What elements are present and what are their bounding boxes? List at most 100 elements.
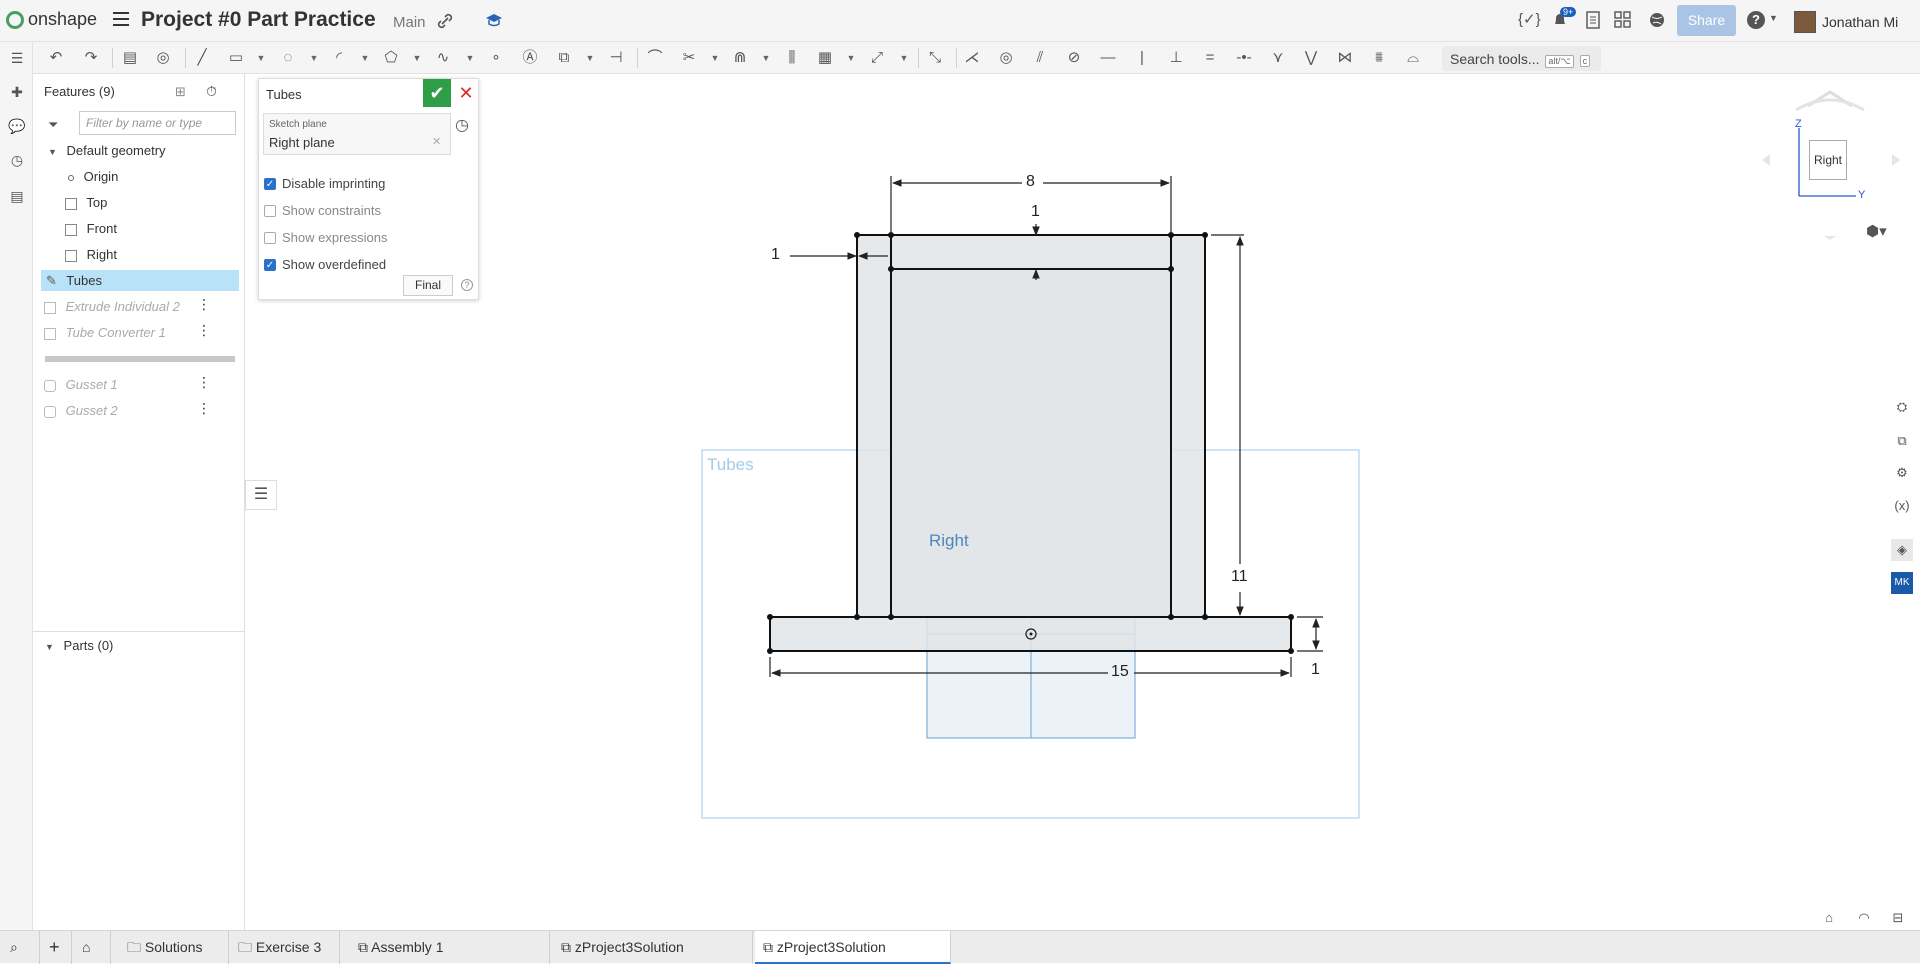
feature-item-front[interactable]: Front (65, 218, 117, 239)
onshape-logo[interactable]: onshape (6, 9, 97, 30)
option-show-expressions[interactable]: Show expressions (264, 230, 388, 245)
share-button[interactable]: Share (1677, 5, 1736, 36)
dimension-base-thickness[interactable]: 1 (1311, 661, 1320, 679)
coincident-constraint-icon[interactable]: ⋌ (961, 47, 983, 69)
polygon-options-chevron-icon[interactable]: ▼ (411, 47, 423, 69)
dimension-top-width[interactable]: 8 (1026, 173, 1035, 191)
parts-group[interactable]: ▼ Parts (0) (45, 635, 113, 656)
document-properties-icon[interactable] (1585, 11, 1601, 29)
accept-button[interactable]: ✔ (423, 79, 451, 107)
add-folder-icon[interactable]: ⊞ (175, 84, 186, 100)
dimension-base-width[interactable]: 15 (1111, 663, 1129, 681)
offset-options-chevron-icon[interactable]: ▼ (760, 47, 772, 69)
collapse-panel-icon[interactable]: ☰ (245, 480, 277, 510)
option-disable-imprinting[interactable]: ✓ Disable imprinting (264, 176, 385, 191)
properties-icon[interactable]: ▤ (8, 188, 26, 206)
feature-menu-icon[interactable] (197, 400, 211, 417)
tab-search-icon[interactable]: ⌕ (0, 931, 40, 964)
checkbox[interactable] (264, 204, 276, 217)
app-icon-mk[interactable]: MK (1891, 572, 1913, 594)
dimension-height[interactable]: 11 (1231, 568, 1248, 586)
pattern-options-chevron-icon[interactable]: ▼ (845, 47, 857, 69)
midpoint-constraint-icon[interactable]: -•- (1233, 47, 1255, 69)
mass-properties-icon[interactable]: ⧉ (1891, 430, 1913, 452)
checkbox[interactable]: ✓ (264, 258, 276, 271)
parallel-constraint-icon[interactable]: ⫽ (1029, 47, 1051, 69)
user-menu[interactable]: Jonathan Mi (1794, 11, 1898, 33)
section-view-icon[interactable]: ⌂ (1818, 907, 1840, 929)
trim-options-chevron-icon[interactable]: ▼ (709, 47, 721, 69)
search-tools-input[interactable]: Search tools... alt/⌥ c (1442, 46, 1601, 71)
feature-item-origin[interactable]: Origin (68, 166, 118, 187)
measure-icon[interactable]: ◠ (1853, 907, 1875, 929)
rollback-bar[interactable] (45, 356, 235, 362)
arc-tool-icon[interactable]: ◜ (328, 47, 350, 69)
tab-zproject3solution-2[interactable]: ⧉ zProject3Solution (755, 931, 951, 964)
final-button[interactable]: Final (403, 275, 453, 296)
tangent-constraint-icon[interactable]: ⊘ (1063, 47, 1085, 69)
concentric-constraint-icon[interactable]: ◎ (995, 47, 1017, 69)
help-icon[interactable]: ? (461, 279, 473, 291)
feature-menu-icon[interactable] (197, 322, 211, 339)
sketch-plane-field[interactable]: Sketch plane Right plane ✕ (263, 113, 451, 155)
document-title[interactable]: Project #0 Part Practice (141, 8, 376, 32)
checkbox[interactable] (264, 231, 276, 244)
app-icon-color[interactable]: ◈ (1891, 539, 1913, 561)
normal-constraint-icon[interactable]: ⋎ (1267, 47, 1289, 69)
named-views-icon[interactable]: ⊟ (1887, 907, 1909, 929)
rectangle-tool-icon[interactable]: ▭ (225, 47, 247, 69)
comments-icon[interactable]: 💬 (8, 118, 26, 136)
spline-options-chevron-icon[interactable]: ▼ (464, 47, 476, 69)
fillet-tool-icon[interactable]: ⌒ (644, 47, 666, 69)
add-tab-icon[interactable]: + (41, 931, 72, 964)
insert-icon[interactable]: ✚ (8, 84, 26, 102)
circle-tool-icon[interactable]: ◌ (277, 47, 299, 69)
view-cube-face[interactable]: Right (1809, 140, 1847, 180)
dimension-tool-icon[interactable]: ⤡ (924, 47, 946, 69)
cancel-button[interactable]: ✕ (455, 79, 477, 107)
equal-constraint-icon[interactable]: = (1199, 47, 1221, 69)
transform-options-chevron-icon[interactable]: ▼ (898, 47, 910, 69)
perpendicular-constraint-icon[interactable]: ⊥ (1165, 47, 1187, 69)
feature-menu-icon[interactable] (197, 374, 211, 391)
variables-panel-icon[interactable]: (x) (1891, 495, 1913, 517)
configurations-icon[interactable]: ⚙ (1891, 462, 1913, 484)
main-menu-icon[interactable] (113, 10, 129, 28)
feature-item-tube-converter-1[interactable]: Tube Converter 1 (44, 322, 166, 343)
point-tool-icon[interactable]: ∘ (485, 47, 507, 69)
home-icon[interactable]: ⌂ (74, 931, 111, 964)
new-sketch-icon[interactable]: ▤ (119, 47, 141, 69)
view-options-icon[interactable]: ⬢▾ (1866, 222, 1887, 240)
arc-options-chevron-icon[interactable]: ▼ (359, 47, 371, 69)
feature-filter-input[interactable]: Filter by name or type (79, 111, 236, 135)
tab-folder-solutions[interactable]: 🗀 Solutions (119, 931, 229, 964)
globe-icon[interactable] (1648, 11, 1666, 29)
feature-item-gusset-1[interactable]: Gusset 1 (44, 374, 118, 395)
default-geometry-group[interactable]: ▼ Default geometry (48, 140, 166, 161)
pattern-tool-icon[interactable]: ▦ (814, 47, 836, 69)
help-chevron-icon[interactable]: ▼ (1769, 13, 1778, 23)
dimension-left-offset[interactable]: 1 (771, 246, 780, 264)
curvature-constraint-icon[interactable]: ⌓ (1402, 47, 1424, 69)
construction-options-chevron-icon[interactable]: ▼ (584, 47, 596, 69)
feature-list-icon[interactable]: ☰ (8, 50, 26, 68)
feature-item-extrude-individual-2[interactable]: Extrude Individual 2 (44, 296, 180, 317)
offset-tool-icon[interactable]: ⋒ (729, 47, 751, 69)
help-icon[interactable]: ? (1747, 11, 1765, 29)
feature-menu-icon[interactable] (197, 296, 211, 313)
clear-icon[interactable]: ✕ (432, 135, 441, 148)
rollback-timer-icon[interactable]: ⏱ (206, 83, 217, 100)
line-tool-icon[interactable]: ╱ (191, 47, 213, 69)
learning-center-icon[interactable] (484, 11, 504, 29)
vertical-constraint-icon[interactable]: | (1131, 47, 1153, 69)
option-show-overdefined[interactable]: ✓ Show overdefined (264, 257, 386, 272)
pierce-constraint-icon[interactable]: ⋁ (1300, 47, 1322, 69)
dimension-top-thickness[interactable]: 1 (1031, 203, 1040, 221)
polygon-tool-icon[interactable]: ⬠ (380, 47, 402, 69)
spline-tool-icon[interactable]: ∿ (432, 47, 454, 69)
filter-icon[interactable]: ⏷ (48, 117, 58, 133)
trim-tool-icon[interactable]: ✂ (678, 47, 700, 69)
midpoint-line-icon[interactable]: ⊣ (605, 47, 627, 69)
option-show-constraints[interactable]: Show constraints (264, 203, 381, 218)
rectangle-options-chevron-icon[interactable]: ▼ (255, 47, 267, 69)
